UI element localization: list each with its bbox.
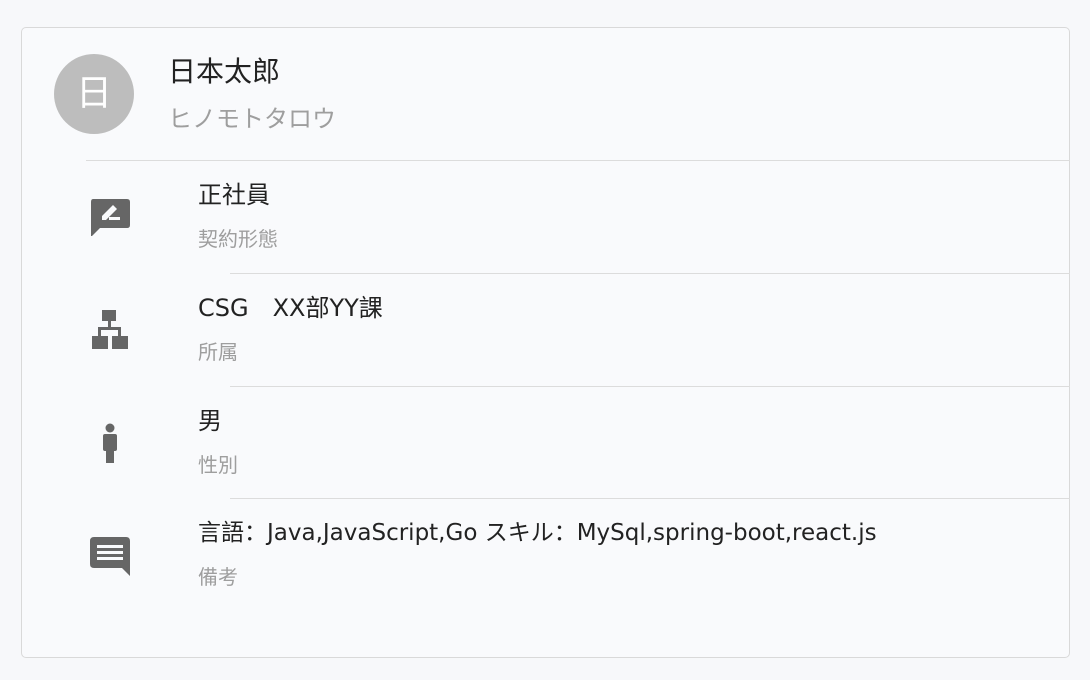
org-chart-icon	[90, 310, 130, 350]
edit-comment-icon	[90, 196, 130, 236]
field-value-gender: 男	[198, 407, 222, 435]
field-label-contract: 契約形態	[198, 227, 278, 251]
avatar: 日	[54, 54, 134, 134]
field-value-contract: 正社員	[198, 181, 270, 209]
profile-name: 日本太郎	[168, 55, 281, 88]
profile-kana: ヒノモトタロウ	[168, 105, 336, 133]
comment-icon	[90, 537, 130, 577]
person-icon	[90, 423, 130, 463]
field-value-notes: 言語：Java,JavaScript,Go スキル：MySql,spring-b…	[198, 520, 877, 546]
field-label-notes: 備考	[198, 565, 238, 589]
field-divider	[230, 273, 1070, 274]
field-label-gender: 性別	[198, 453, 238, 477]
header-divider	[86, 160, 1070, 161]
field-divider	[230, 498, 1070, 499]
field-value-department: CSG XX部YY課	[198, 294, 383, 322]
field-divider	[230, 386, 1070, 387]
field-label-department: 所属	[198, 340, 238, 364]
